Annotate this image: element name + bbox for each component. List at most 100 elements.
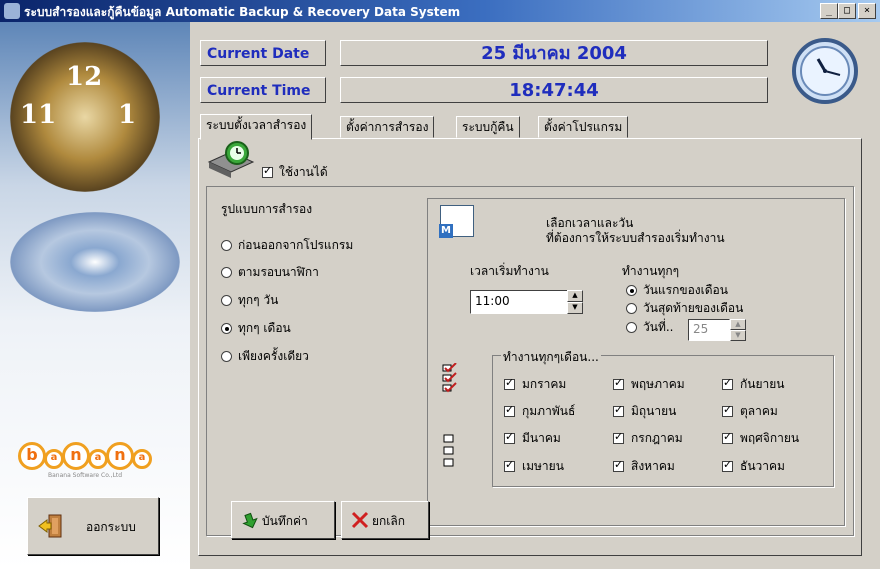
month-checkbox[interactable] bbox=[504, 403, 515, 417]
month-label: สิงหาคม bbox=[631, 459, 675, 473]
month-checkbox[interactable] bbox=[613, 458, 624, 472]
month-label: ธันวาคม bbox=[740, 459, 785, 473]
cancel-label: ยกเลิก bbox=[372, 514, 406, 528]
month-jun[interactable]: มิถุนายน bbox=[613, 402, 676, 421]
month-checkbox[interactable] bbox=[504, 376, 515, 390]
sidebar-panel: 12 11 1 banana Banana Software Co.,Ltd bbox=[0, 22, 190, 569]
month-checkbox[interactable] bbox=[613, 430, 624, 444]
option-label: ตามรอบนาฬิกา bbox=[238, 265, 319, 279]
clock-numeral: 11 bbox=[20, 100, 57, 130]
month-jan[interactable]: มกราคม bbox=[504, 375, 566, 394]
month-checkbox[interactable] bbox=[504, 430, 515, 444]
radio[interactable] bbox=[626, 285, 637, 296]
close-button[interactable]: × bbox=[858, 3, 876, 19]
month-label: ตุลาคม bbox=[740, 404, 778, 418]
month-checkbox[interactable] bbox=[613, 376, 624, 390]
calendar-icon: M bbox=[439, 205, 474, 238]
radio[interactable] bbox=[221, 267, 232, 278]
tab-program-settings[interactable]: ตั้งค่าโปรแกรม bbox=[538, 116, 629, 138]
month-label: กรกฎาคม bbox=[631, 431, 683, 445]
month-checkbox[interactable] bbox=[613, 403, 624, 417]
tab-recovery[interactable]: ระบบกู้คืน bbox=[456, 116, 520, 138]
month-checkbox[interactable] bbox=[722, 458, 733, 472]
calendar-m-glyph: M bbox=[439, 224, 453, 238]
backup-option-daily[interactable]: ทุกๆ วัน bbox=[221, 291, 278, 310]
backup-option-interval[interactable]: ตามรอบนาฬิกา bbox=[221, 263, 319, 282]
current-time-label: Current Time bbox=[200, 77, 326, 103]
logout-label: ออกระบบ bbox=[86, 520, 136, 534]
month-apr[interactable]: เมษายน bbox=[504, 457, 564, 476]
save-arrow-icon bbox=[242, 512, 258, 529]
option-label: ทุกๆ เดือน bbox=[238, 321, 291, 335]
month-checkbox[interactable] bbox=[722, 376, 733, 390]
every-specific-day[interactable]: วันที่.. bbox=[626, 318, 673, 337]
month-label: มิถุนายน bbox=[631, 404, 677, 418]
save-button[interactable]: บันทึกค่า bbox=[231, 501, 335, 539]
month-aug[interactable]: สิงหาคม bbox=[613, 457, 675, 476]
month-label: มกราคม bbox=[522, 377, 567, 391]
clock-numeral: 12 bbox=[66, 62, 103, 92]
radio[interactable] bbox=[221, 323, 232, 334]
month-dec[interactable]: ธันวาคม bbox=[722, 457, 785, 476]
every-label: ทำงานทุกๆ bbox=[622, 264, 680, 278]
month-label: กุมภาพันธ์ bbox=[522, 404, 576, 418]
day-spin-down-button[interactable]: ▼ bbox=[730, 330, 746, 341]
tab-schedule-backup[interactable]: ระบบตั้งเวลาสำรอง bbox=[200, 114, 313, 140]
cancel-x-icon bbox=[351, 511, 369, 529]
month-label: กันยายน bbox=[740, 377, 785, 391]
radio[interactable] bbox=[626, 303, 637, 314]
cancel-button[interactable]: ยกเลิก bbox=[341, 501, 429, 539]
logout-button[interactable]: ออกระบบ bbox=[27, 497, 159, 555]
radio[interactable] bbox=[221, 295, 232, 306]
option-label: ทุกๆ วัน bbox=[238, 293, 279, 307]
month-mar[interactable]: มีนาคม bbox=[504, 429, 561, 448]
schedule-description-2: ที่ต้องการให้ระบบสำรองเริ่มทำงาน bbox=[546, 231, 725, 245]
minimize-button[interactable]: _ bbox=[820, 3, 838, 19]
month-label: มีนาคม bbox=[522, 431, 561, 445]
exit-door-icon bbox=[38, 514, 62, 538]
logo-subtitle: Banana Software Co.,Ltd bbox=[48, 472, 123, 479]
month-oct[interactable]: ตุลาคม bbox=[722, 402, 778, 421]
month-label: พฤศจิกายน bbox=[740, 431, 800, 445]
maximize-button[interactable]: □ bbox=[838, 3, 856, 19]
clock-icon bbox=[792, 38, 858, 104]
month-may[interactable]: พฤษภาคม bbox=[613, 375, 685, 394]
tab-backup-settings[interactable]: ตั้งค่าการสำรอง bbox=[340, 116, 435, 138]
backup-type-title: รูปแบบการสำรอง bbox=[221, 202, 313, 216]
enable-check[interactable] bbox=[262, 164, 273, 178]
option-label: วันที่.. bbox=[643, 320, 674, 334]
backup-option-monthly[interactable]: ทุกๆ เดือน bbox=[221, 319, 291, 338]
window-title: ระบบสำรองและกู้คืนข้อมูล Automatic Backu… bbox=[24, 5, 461, 19]
title-bar: ระบบสำรองและกู้คืนข้อมูล Automatic Backu… bbox=[0, 0, 880, 22]
enable-checkbox[interactable]: ใช้งานได้ bbox=[262, 163, 328, 182]
day-spin-up-button[interactable]: ▲ bbox=[730, 319, 746, 330]
every-last-day[interactable]: วันสุดท้ายของเดือน bbox=[626, 299, 743, 318]
current-date-label: Current Date bbox=[200, 40, 326, 66]
month-checkbox[interactable] bbox=[722, 403, 733, 417]
logo-letter: b bbox=[18, 442, 46, 470]
start-time-input[interactable]: 11:00 bbox=[470, 290, 568, 314]
enable-label: ใช้งานได้ bbox=[279, 165, 328, 179]
month-nov[interactable]: พฤศจิกายน bbox=[722, 429, 799, 448]
backup-option-once[interactable]: เพียงครั้งเดียว bbox=[221, 347, 309, 366]
month-sep[interactable]: กันยายน bbox=[722, 375, 784, 394]
option-label: เพียงครั้งเดียว bbox=[238, 349, 309, 363]
month-checkbox[interactable] bbox=[504, 458, 515, 472]
month-jul[interactable]: กรกฎาคม bbox=[613, 429, 683, 448]
start-time-label: เวลาเริ่มทำงาน bbox=[470, 264, 549, 278]
time-spin-down-button[interactable]: ▼ bbox=[567, 302, 583, 314]
month-feb[interactable]: กุมภาพันธ์ bbox=[504, 402, 575, 421]
day-input[interactable]: 25 bbox=[688, 319, 730, 341]
radio[interactable] bbox=[221, 240, 232, 251]
every-first-day[interactable]: วันแรกของเดือน bbox=[626, 281, 728, 300]
radio[interactable] bbox=[626, 322, 637, 333]
month-checkbox[interactable] bbox=[722, 430, 733, 444]
backup-option-on-exit[interactable]: ก่อนออกจากโปรแกรม bbox=[221, 236, 353, 255]
disc-image bbox=[10, 212, 180, 312]
months-group-title: ทำงานทุกๆเดือน... bbox=[501, 348, 601, 367]
time-spin-up-button[interactable]: ▲ bbox=[567, 290, 583, 302]
radio[interactable] bbox=[221, 351, 232, 362]
logo-letter: a bbox=[88, 449, 108, 469]
option-label: วันแรกของเดือน bbox=[643, 283, 728, 297]
logo-letter: n bbox=[62, 442, 90, 470]
